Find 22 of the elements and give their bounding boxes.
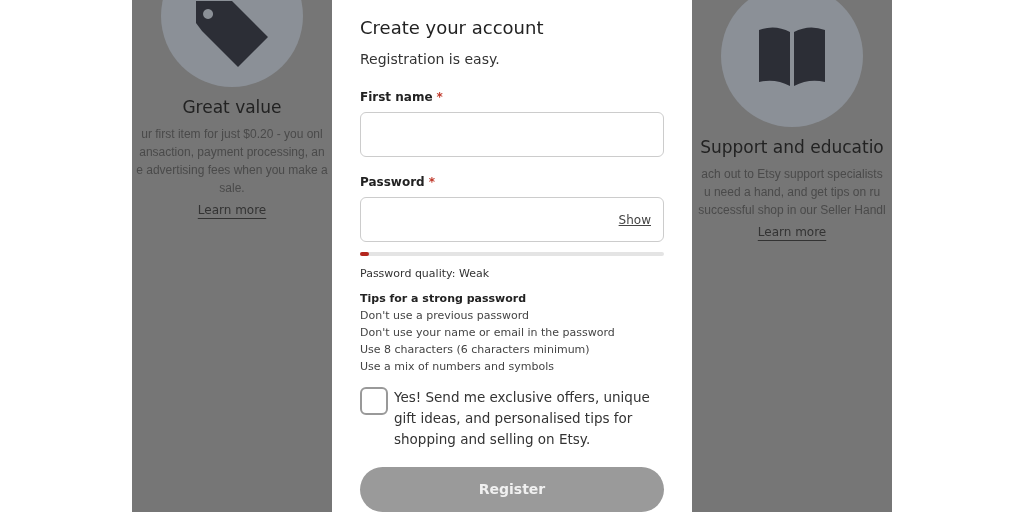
field-label: Password [360,174,425,191]
card-title: Great value [182,96,282,119]
newsletter-label: Yes! Send me exclusive offers, unique gift ideas, and personalised tips for shopping and selling on Etsy. [394,388,651,449]
checkbox[interactable] [360,387,388,415]
required-mark: * [428,174,435,191]
learn-more-link[interactable]: Learn more [197,200,267,219]
input-field[interactable]: Show [360,197,664,242]
learn-more-link[interactable]: Learn more [757,222,827,241]
card-title: Support and educatio [700,136,884,159]
book-icon [759,26,825,86]
show-password-link[interactable]: Show [618,210,651,229]
strength-label: Password quality: Weak [360,266,491,282]
tip-text: Don't use your name or email in the password [360,325,616,341]
field-label: First name [360,89,433,106]
tip-text: Use 8 characters (6 characters minimum) [360,342,591,358]
tips-title: Tips for a strong password [360,290,528,307]
dialog-subtitle: Registration is easy. [360,50,501,69]
input-field[interactable] [360,112,664,157]
tip-text: Use a mix of numbers and symbols [360,359,555,375]
dialog-title: Create your account [360,16,545,40]
required-mark: * [436,89,443,106]
tip-text: Don't use a previous password [360,308,530,324]
